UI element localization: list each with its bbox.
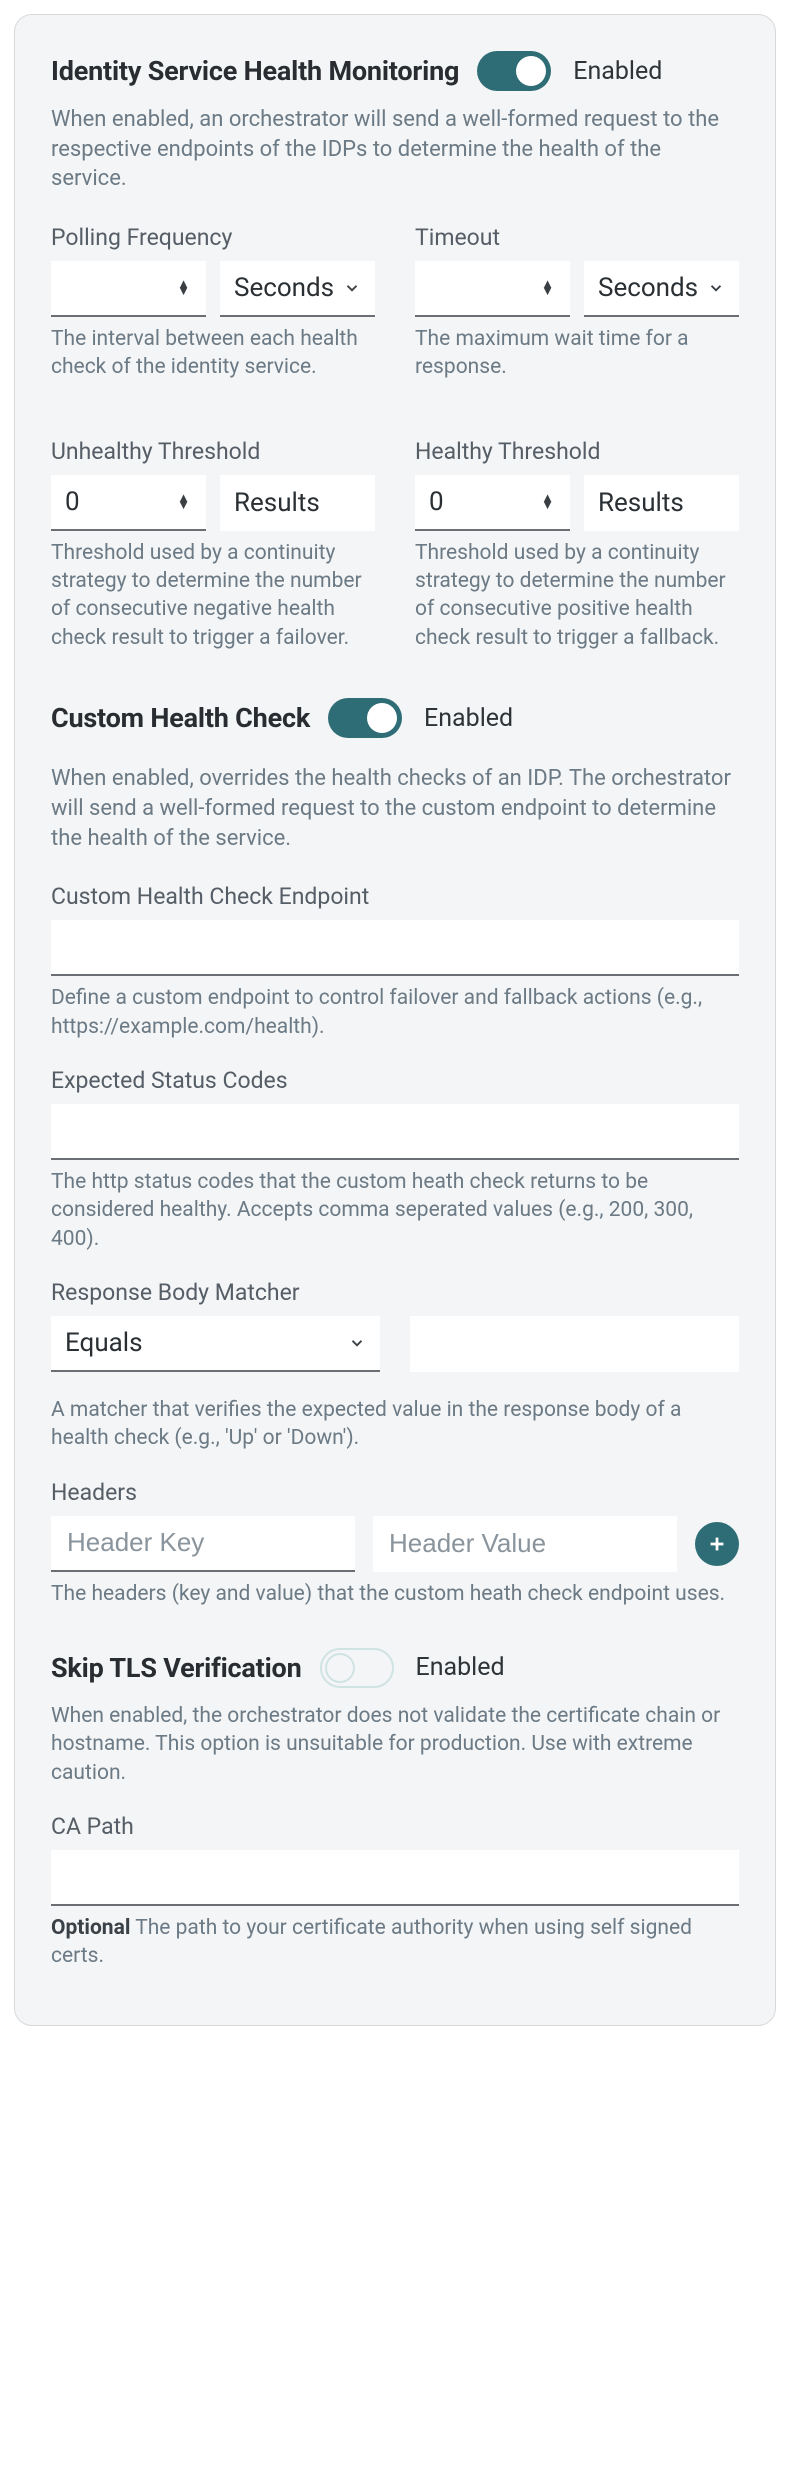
status-label: Expected Status Codes [51,1067,739,1094]
headers-help: The headers (key and value) that the cus… [51,1580,739,1608]
ishm-toggle[interactable] [477,51,551,91]
chc-title: Custom Health Check [51,702,310,734]
matcher-label: Response Body Matcher [51,1279,739,1306]
chc-toggle[interactable] [328,698,402,738]
chevron-down-icon [343,279,361,297]
polling-number-input[interactable]: ▲▼ [51,261,206,317]
header-key-input[interactable] [65,1516,341,1570]
tls-toggle[interactable] [320,1648,394,1688]
matcher-value-input-wrap[interactable] [410,1316,739,1372]
chc-header: Custom Health Check Enabled [51,698,739,738]
tls-header: Skip TLS Verification Enabled [51,1648,739,1688]
header-value-input[interactable] [387,1516,663,1572]
healthy-help: Threshold used by a continuity strategy … [415,539,739,652]
ca-help-strong: Optional [51,1916,130,1940]
timeout-value-input[interactable] [429,273,539,303]
endpoint-label: Custom Health Check Endpoint [51,883,739,910]
endpoint-input-wrap[interactable] [51,920,739,976]
status-field: Expected Status Codes The http status co… [51,1067,739,1253]
toggle-knob [325,1653,355,1683]
healthy-unit-text: Results [598,488,725,518]
polling-unit-text: Seconds [234,273,337,303]
unhealthy-number-input[interactable]: 0 ▲▼ [51,475,206,531]
ca-help: Optional The path to your certificate au… [51,1914,739,1971]
endpoint-field: Custom Health Check Endpoint Define a cu… [51,883,739,1041]
stepper-icon[interactable]: ▲▼ [175,493,192,511]
tls-description: When enabled, the orchestrator does not … [51,1702,739,1787]
polling-field: Polling Frequency ▲▼ Seconds The interva… [51,224,375,382]
unhealthy-unit-text: Results [234,488,361,518]
toggle-knob [367,703,397,733]
ca-input-wrap[interactable] [51,1850,739,1906]
unhealthy-label: Unhealthy Threshold [51,438,375,465]
timeout-label: Timeout [415,224,739,251]
timeout-number-input[interactable]: ▲▼ [415,261,570,317]
timeout-unit-text: Seconds [598,273,701,303]
unhealthy-help: Threshold used by a continuity strategy … [51,539,375,652]
timeout-unit-select[interactable]: Seconds [584,261,739,317]
tls-title: Skip TLS Verification [51,1652,302,1684]
chc-toggle-label: Enabled [424,704,513,733]
healthy-number-input[interactable]: 0 ▲▼ [415,475,570,531]
ca-input[interactable] [65,1850,725,1904]
healthy-value: 0 [429,487,444,517]
settings-panel: Identity Service Health Monitoring Enabl… [14,14,776,2026]
ishm-title: Identity Service Health Monitoring [51,55,459,87]
plus-icon [706,1533,728,1555]
stepper-icon[interactable]: ▲▼ [539,279,556,297]
header-key-wrap[interactable] [51,1516,355,1572]
ishm-description: When enabled, an orchestrator will send … [51,105,739,194]
polling-label: Polling Frequency [51,224,375,251]
ishm-header: Identity Service Health Monitoring Enabl… [51,51,739,91]
headers-field: Headers The headers (key and value) that… [51,1479,739,1608]
chc-switch-group: Enabled [328,698,513,738]
polling-unit-select[interactable]: Seconds [220,261,375,317]
matcher-help: A matcher that verifies the expected val… [51,1396,739,1453]
status-input-wrap[interactable] [51,1104,739,1160]
headers-label: Headers [51,1479,739,1506]
ca-help-text: The path to your certificate authority w… [51,1916,692,1968]
ishm-switch-group: Enabled [477,51,662,91]
ca-label: CA Path [51,1813,739,1840]
polling-help: The interval between each health check o… [51,325,375,382]
unhealthy-unit: Results [220,475,375,531]
healthy-field: Healthy Threshold 0 ▲▼ Results Threshold… [415,438,739,652]
endpoint-help: Define a custom endpoint to control fail… [51,984,739,1041]
healthy-label: Healthy Threshold [415,438,739,465]
toggle-knob [516,56,546,86]
endpoint-input[interactable] [65,920,725,974]
chevron-down-icon [707,279,725,297]
unhealthy-value: 0 [65,487,80,517]
tls-switch-group: Enabled [320,1648,505,1688]
stepper-icon[interactable]: ▲▼ [175,279,192,297]
status-help: The http status codes that the custom he… [51,1168,739,1253]
timeout-field: Timeout ▲▼ Seconds The maximum wait time… [415,224,739,382]
matcher-selected: Equals [65,1328,342,1358]
chevron-down-icon [348,1334,366,1352]
stepper-icon[interactable]: ▲▼ [539,493,556,511]
matcher-select[interactable]: Equals [51,1316,380,1372]
polling-value-input[interactable] [65,273,175,303]
freq-timeout-row: Polling Frequency ▲▼ Seconds The interva… [51,224,739,678]
matcher-value-input[interactable] [424,1329,725,1359]
header-value-wrap[interactable] [373,1516,677,1572]
status-input[interactable] [65,1104,725,1158]
unhealthy-field: Unhealthy Threshold 0 ▲▼ Results Thresho… [51,438,375,652]
healthy-unit: Results [584,475,739,531]
timeout-help: The maximum wait time for a response. [415,325,739,382]
ishm-toggle-label: Enabled [573,57,662,86]
ca-field: CA Path Optional The path to your certif… [51,1813,739,1971]
tls-toggle-label: Enabled [416,1653,505,1682]
matcher-field: Response Body Matcher Equals A matcher t… [51,1279,739,1453]
chc-description: When enabled, overrides the health check… [51,764,739,853]
add-header-button[interactable] [695,1522,739,1566]
